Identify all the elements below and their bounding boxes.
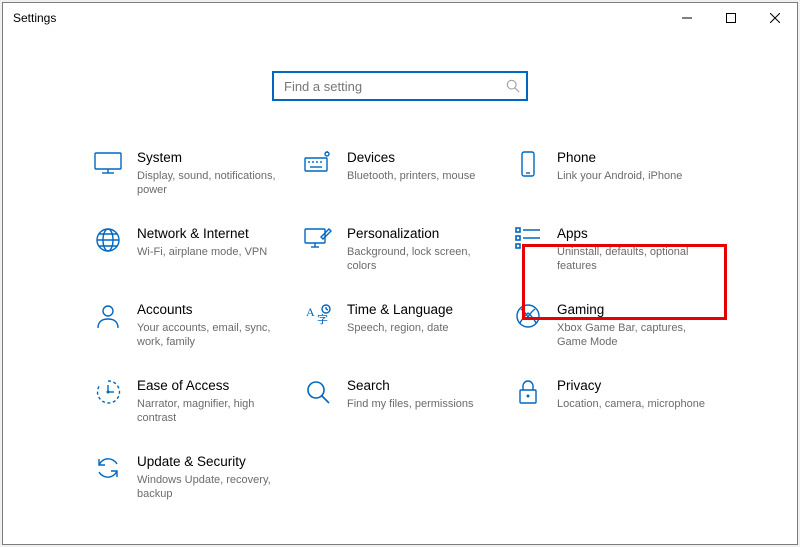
paint-icon xyxy=(301,225,335,261)
tile-title: Gaming xyxy=(557,301,707,319)
tile-title: Update & Security xyxy=(137,453,287,471)
window-controls xyxy=(665,3,797,33)
language-icon: A 字 xyxy=(301,301,335,337)
person-icon xyxy=(91,301,125,337)
tile-desc: Speech, region, date xyxy=(347,321,453,335)
tile-phone[interactable]: Phone Link your Android, iPhone xyxy=(511,139,721,215)
tile-gaming[interactable]: Gaming Xbox Game Bar, captures, Game Mod… xyxy=(511,291,721,367)
tile-search[interactable]: Search Find my files, permissions xyxy=(301,367,511,443)
tile-privacy[interactable]: Privacy Location, camera, microphone xyxy=(511,367,721,443)
display-icon xyxy=(91,149,125,185)
tile-title: Devices xyxy=(347,149,475,167)
tile-title: Accounts xyxy=(137,301,287,319)
tile-desc: Find my files, permissions xyxy=(347,397,474,411)
search-box[interactable] xyxy=(272,71,528,101)
tile-desc: Your accounts, email, sync, work, family xyxy=(137,321,287,349)
tile-title: Ease of Access xyxy=(137,377,287,395)
tile-system[interactable]: System Display, sound, notifications, po… xyxy=(91,139,301,215)
tile-desc: Uninstall, defaults, optional features xyxy=(557,245,707,273)
search-container xyxy=(3,33,797,129)
tile-personalization[interactable]: Personalization Background, lock screen,… xyxy=(301,215,511,291)
xbox-icon xyxy=(511,301,545,337)
tile-apps[interactable]: Apps Uninstall, defaults, optional featu… xyxy=(511,215,721,291)
tile-title: Apps xyxy=(557,225,707,243)
ease-of-access-icon xyxy=(91,377,125,413)
tile-desc: Link your Android, iPhone xyxy=(557,169,682,183)
tile-network[interactable]: Network & Internet Wi-Fi, airplane mode,… xyxy=(91,215,301,291)
search-icon xyxy=(506,79,520,93)
svg-text:A: A xyxy=(306,305,315,319)
content-area: System Display, sound, notifications, po… xyxy=(3,33,797,544)
tile-desc: Bluetooth, printers, mouse xyxy=(347,169,475,183)
tile-title: Privacy xyxy=(557,377,705,395)
tile-desc: Xbox Game Bar, captures, Game Mode xyxy=(557,321,707,349)
tile-time[interactable]: A 字 Time & Language Speech, region, date xyxy=(301,291,511,367)
maximize-button[interactable] xyxy=(709,3,753,33)
close-button[interactable] xyxy=(753,3,797,33)
tile-desc: Wi-Fi, airplane mode, VPN xyxy=(137,245,267,259)
search-input[interactable] xyxy=(282,78,506,95)
settings-grid: System Display, sound, notifications, po… xyxy=(3,129,797,519)
tile-devices[interactable]: Devices Bluetooth, printers, mouse xyxy=(301,139,511,215)
svg-text:字: 字 xyxy=(317,312,328,326)
titlebar: Settings xyxy=(3,3,797,33)
tile-title: Phone xyxy=(557,149,682,167)
tile-title: Personalization xyxy=(347,225,497,243)
tile-desc: Narrator, magnifier, high contrast xyxy=(137,397,287,425)
tile-title: Time & Language xyxy=(347,301,453,319)
tile-desc: Location, camera, microphone xyxy=(557,397,705,411)
tile-desc: Background, lock screen, colors xyxy=(347,245,497,273)
tile-update[interactable]: Update & Security Windows Update, recove… xyxy=(91,443,301,519)
tile-title: Search xyxy=(347,377,474,395)
settings-window: Settings xyxy=(2,2,798,545)
tile-title: Network & Internet xyxy=(137,225,267,243)
keyboard-icon xyxy=(301,149,335,185)
apps-list-icon xyxy=(511,225,545,261)
phone-icon xyxy=(511,149,545,185)
magnify-icon xyxy=(301,377,335,413)
window-title: Settings xyxy=(13,11,56,25)
tile-title: System xyxy=(137,149,287,167)
tile-desc: Display, sound, notifications, power xyxy=(137,169,287,197)
globe-icon xyxy=(91,225,125,261)
tile-accounts[interactable]: Accounts Your accounts, email, sync, wor… xyxy=(91,291,301,367)
lock-icon xyxy=(511,377,545,413)
tile-desc: Windows Update, recovery, backup xyxy=(137,473,287,501)
sync-icon xyxy=(91,453,125,489)
minimize-button[interactable] xyxy=(665,3,709,33)
tile-ease[interactable]: Ease of Access Narrator, magnifier, high… xyxy=(91,367,301,443)
